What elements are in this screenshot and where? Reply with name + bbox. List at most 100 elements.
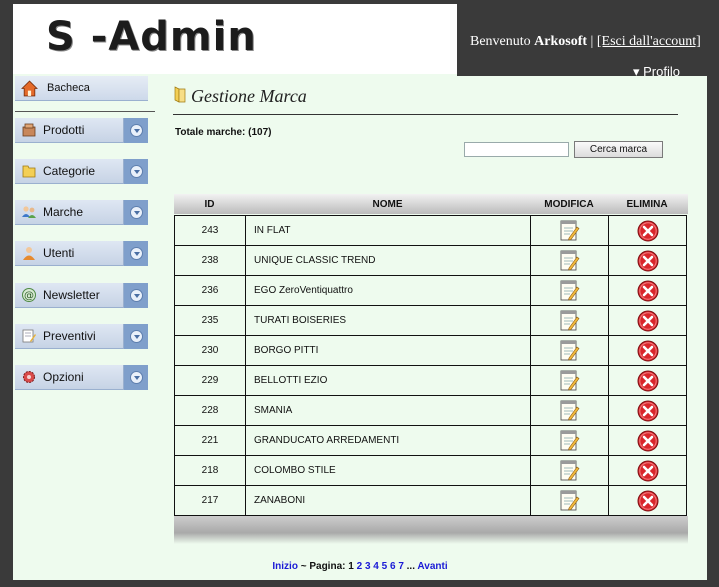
cell-name: IN FLAT <box>246 216 531 245</box>
expand-toggle[interactable] <box>123 200 148 225</box>
cell-delete <box>609 306 687 335</box>
chevron-down-icon <box>130 330 143 343</box>
users-icon <box>22 206 36 218</box>
username: Arkosoft <box>534 34 588 49</box>
search-input[interactable] <box>464 142 569 157</box>
cell-edit <box>531 426 609 455</box>
cell-edit <box>531 216 609 245</box>
column-header-delete: ELIMINA <box>626 199 668 210</box>
welcome-prefix: Benvenuto <box>470 34 531 49</box>
delete-icon[interactable] <box>637 490 659 512</box>
cell-name: GRANDUCATO ARREDAMENTI <box>246 426 531 455</box>
sidebar-item-label: Marche <box>43 205 84 219</box>
delete-icon[interactable] <box>637 460 659 482</box>
cell-edit <box>531 306 609 335</box>
pagination-next-link[interactable]: Avanti <box>417 561 447 572</box>
cell-id: 236 <box>175 276 246 305</box>
cell-delete <box>609 366 687 395</box>
home-icon <box>21 80 38 97</box>
sidebar-item-opzioni[interactable]: Opzioni <box>15 365 148 390</box>
expand-toggle[interactable] <box>123 283 148 308</box>
cell-id: 229 <box>175 366 246 395</box>
column-header-name: NOME <box>372 199 403 210</box>
pagination-label: Pagina: <box>309 561 346 572</box>
cell-id: 217 <box>175 486 246 515</box>
edit-icon[interactable] <box>559 429 580 452</box>
expand-toggle[interactable] <box>123 159 148 184</box>
cell-name: ZANABONI <box>246 486 531 515</box>
sidebar-item-prodotti[interactable]: Prodotti <box>15 118 148 143</box>
sidebar-item-label: Bacheca <box>47 82 90 94</box>
total-count: Totale marche: (107) <box>175 127 272 138</box>
expand-toggle[interactable] <box>123 324 148 349</box>
edit-icon[interactable] <box>559 369 580 392</box>
expand-toggle[interactable] <box>123 365 148 390</box>
delete-icon[interactable] <box>637 370 659 392</box>
expand-toggle[interactable] <box>123 241 148 266</box>
cell-id: 218 <box>175 456 246 485</box>
cell-delete <box>609 336 687 365</box>
search-button[interactable]: Cerca marca <box>574 141 663 158</box>
delete-icon[interactable] <box>637 400 659 422</box>
svg-text:@: @ <box>24 291 34 302</box>
sidebar-item-label: Prodotti <box>43 123 85 137</box>
pagination-page-link[interactable]: 7 <box>398 561 404 572</box>
table-row: 218 COLOMBO STILE <box>174 456 687 486</box>
cell-delete <box>609 486 687 515</box>
pagination-start-link[interactable]: Inizio <box>272 561 298 572</box>
pagination-page-link[interactable]: 2 <box>357 561 363 572</box>
cell-delete <box>609 456 687 485</box>
delete-icon[interactable] <box>637 280 659 302</box>
cell-id: 235 <box>175 306 246 335</box>
chevron-down-icon <box>130 247 143 260</box>
table-row: 217 ZANABONI <box>174 486 687 516</box>
edit-icon[interactable] <box>559 459 580 482</box>
logout-link[interactable]: [Esci dall'account] <box>597 34 701 49</box>
sidebar-item-bacheca[interactable]: Bacheca <box>15 76 148 101</box>
cell-id: 230 <box>175 336 246 365</box>
chevron-down-icon <box>130 289 143 302</box>
pagination-page-link[interactable]: 6 <box>390 561 396 572</box>
cell-id: 243 <box>175 216 246 245</box>
logo: S -Admin <box>46 14 257 60</box>
edit-icon[interactable] <box>559 339 580 362</box>
delete-icon[interactable] <box>637 310 659 332</box>
edit-icon[interactable] <box>559 489 580 512</box>
cell-id: 238 <box>175 246 246 275</box>
sidebar-item-marche[interactable]: Marche <box>15 200 148 225</box>
edit-icon[interactable] <box>559 219 580 242</box>
sidebar-item-preventivi[interactable]: Preventivi <box>15 324 148 349</box>
edit-icon[interactable] <box>559 249 580 272</box>
cell-name: BELLOTTI EZIO <box>246 366 531 395</box>
cell-name: EGO ZeroVentiquattro <box>246 276 531 305</box>
pagination-page-link[interactable]: 3 <box>365 561 371 572</box>
edit-icon[interactable] <box>559 309 580 332</box>
edit-icon[interactable] <box>559 279 580 302</box>
cell-id: 221 <box>175 426 246 455</box>
table-row: 228 SMANIA <box>174 396 687 426</box>
sidebar-item-categorie[interactable]: Categorie <box>15 159 148 184</box>
pagination-page-link[interactable]: 5 <box>382 561 388 572</box>
sidebar-item-utenti[interactable]: Utenti <box>15 241 148 266</box>
chevron-down-icon <box>130 206 143 219</box>
user-icon <box>23 247 35 260</box>
sidebar-item-label: Opzioni <box>43 370 84 384</box>
title-divider <box>173 114 678 115</box>
boxes-icon <box>22 123 36 137</box>
delete-icon[interactable] <box>637 340 659 362</box>
pagination-page-link[interactable]: 4 <box>373 561 379 572</box>
column-header-id: ID <box>204 199 215 210</box>
edit-icon[interactable] <box>559 399 580 422</box>
cell-edit <box>531 276 609 305</box>
sidebar-item-newsletter[interactable]: @ Newsletter <box>15 283 148 308</box>
cell-edit <box>531 486 609 515</box>
cell-name: TURATI BOISERIES <box>246 306 531 335</box>
cell-edit <box>531 456 609 485</box>
delete-icon[interactable] <box>637 220 659 242</box>
delete-icon[interactable] <box>637 430 659 452</box>
cell-edit <box>531 396 609 425</box>
cell-name: BORGO PITTI <box>246 336 531 365</box>
profile-menu[interactable]: ▾ Profilo <box>633 64 680 80</box>
delete-icon[interactable] <box>637 250 659 272</box>
expand-toggle[interactable] <box>123 118 148 143</box>
